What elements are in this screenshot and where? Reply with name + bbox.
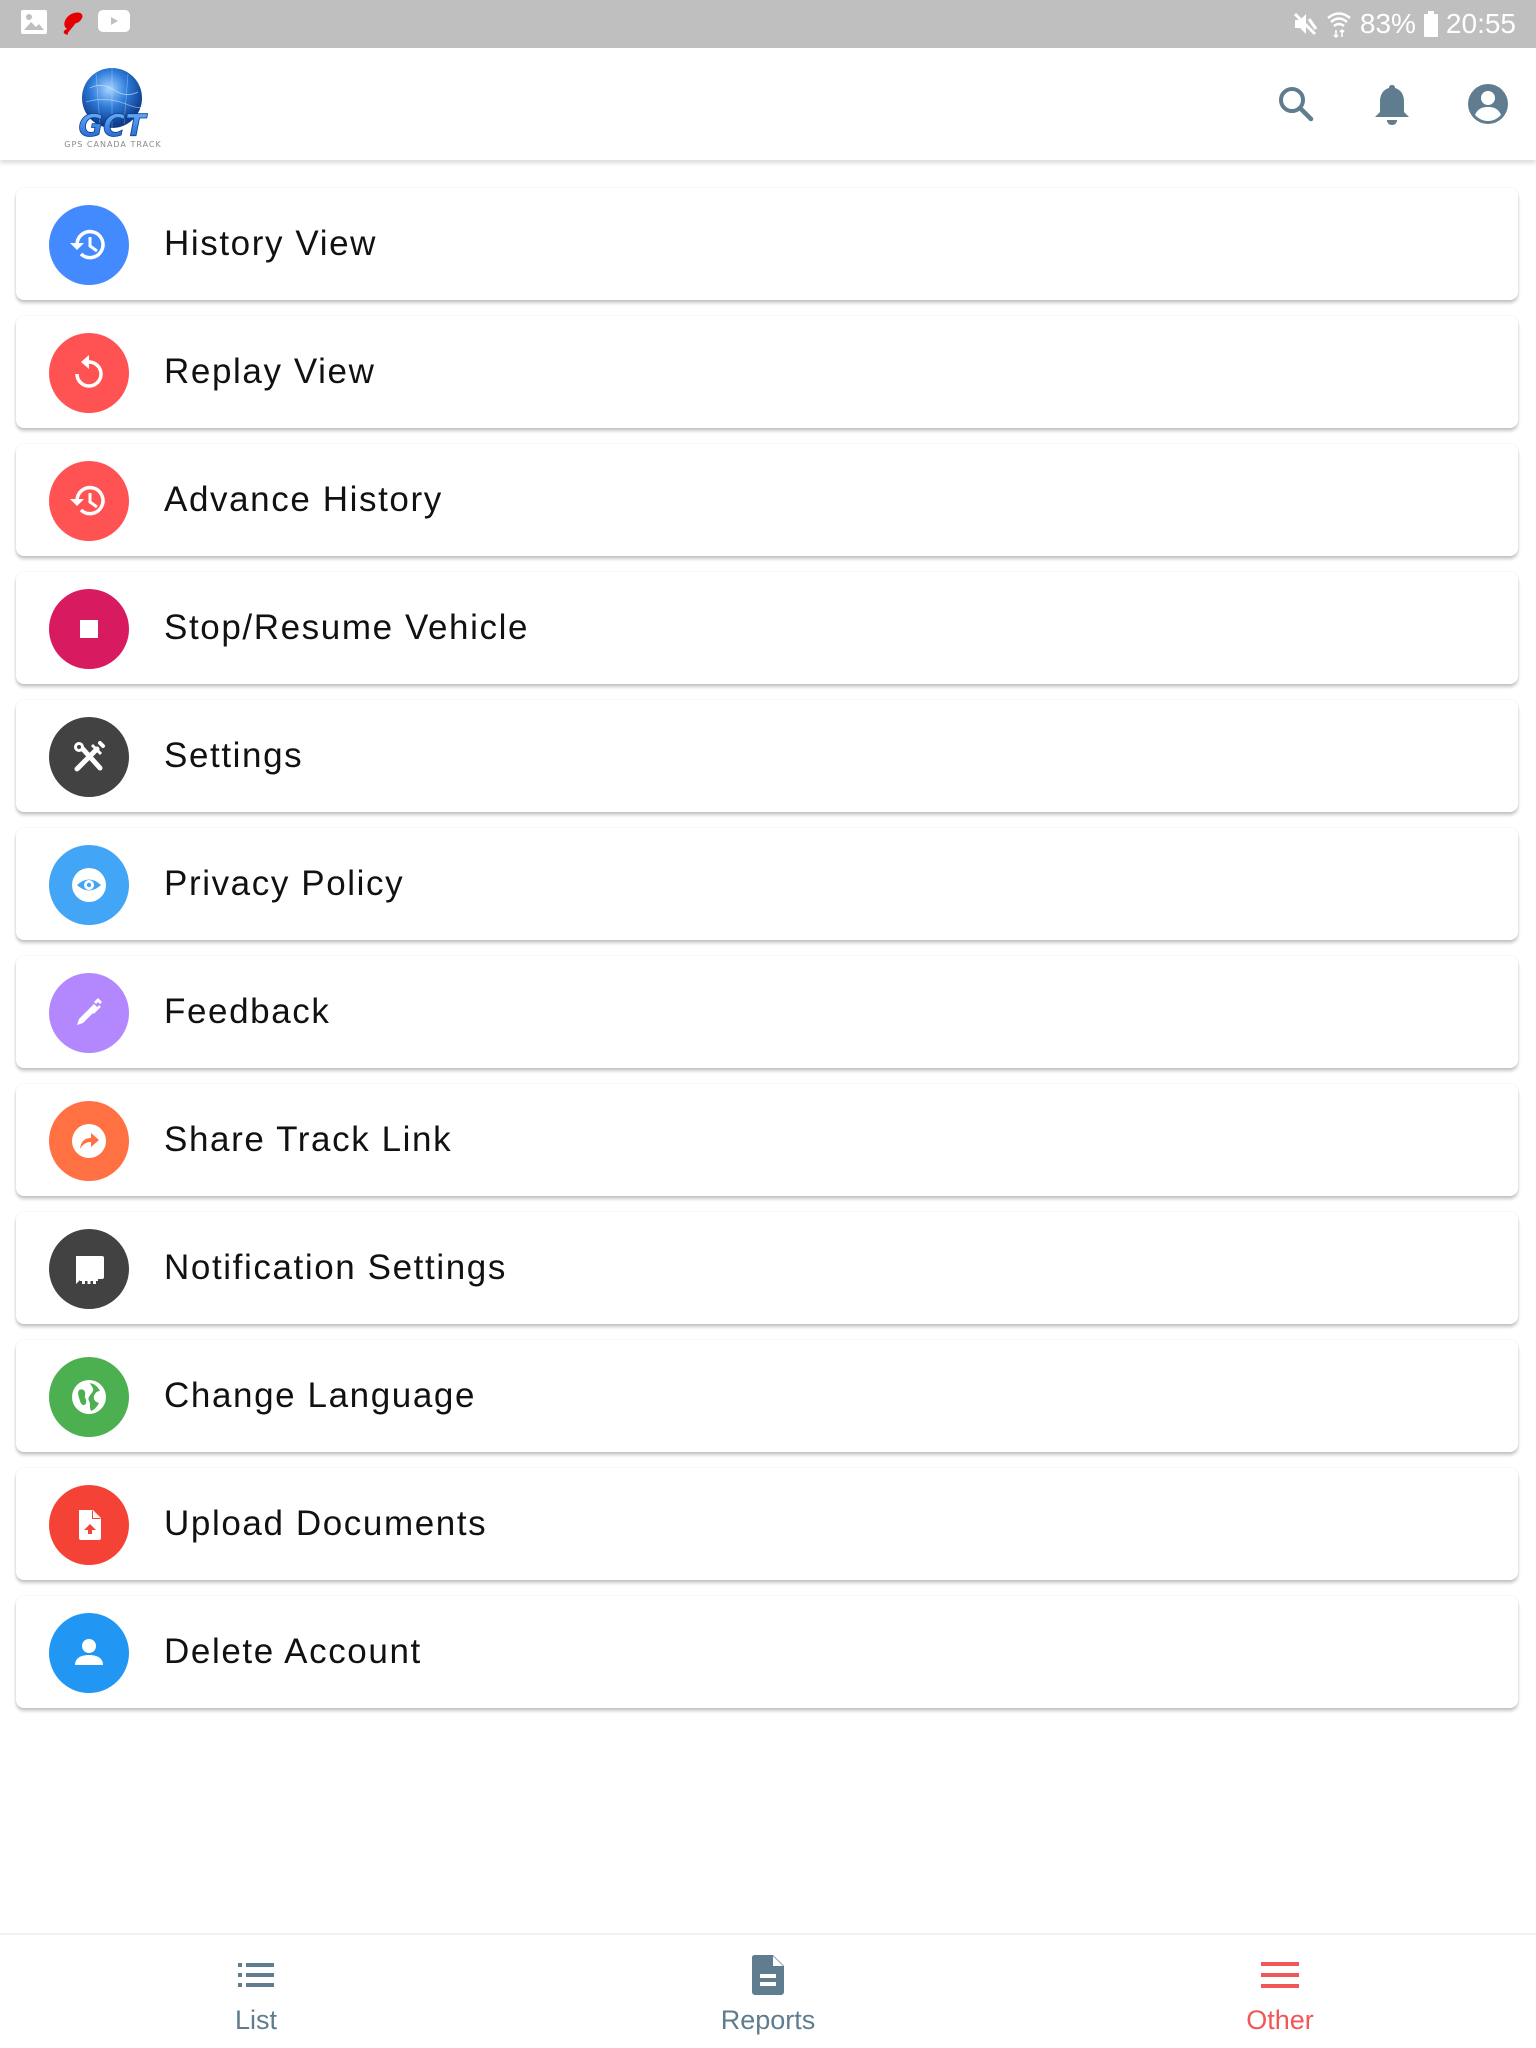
menu-item-advance-history[interactable]: Advance History: [16, 444, 1518, 556]
mute-icon: [1292, 11, 1318, 37]
menu-item-upload-documents[interactable]: Upload Documents: [16, 1468, 1518, 1580]
nav-tab-list[interactable]: List: [156, 1935, 356, 2048]
replay-icon: [49, 333, 129, 413]
tools-icon: [49, 717, 129, 797]
menu-item-settings[interactable]: Settings: [16, 700, 1518, 812]
app-header: GCT GPS CANADA TRACK: [0, 48, 1536, 160]
nav-tab-other[interactable]: Other: [1180, 1935, 1380, 2048]
menu-item-label: Replay View: [164, 352, 376, 391]
history-icon: [49, 205, 129, 285]
list-icon: [156, 1953, 356, 1997]
wifi-icon: [1326, 10, 1352, 38]
menu-item-share-track-link[interactable]: Share Track Link: [16, 1084, 1518, 1196]
menu-item-label: Change Language: [164, 1376, 477, 1415]
menu-icon: [1180, 1953, 1380, 1997]
globe-icon: [49, 1357, 129, 1437]
menu-item-delete-account[interactable]: Delete Account: [16, 1596, 1518, 1708]
menu-item-privacy-policy[interactable]: Privacy Policy: [16, 828, 1518, 940]
nav-tab-label: Other: [1246, 2005, 1314, 2035]
file-upload-icon: [49, 1485, 129, 1565]
menu-item-history-view[interactable]: History View: [16, 188, 1518, 300]
share-icon: [49, 1101, 129, 1181]
stop-icon: [49, 589, 129, 669]
menu-item-label: Settings: [164, 736, 304, 775]
bottom-navigation: List Reports Other: [0, 1933, 1536, 2048]
menu-item-stop-resume-vehicle[interactable]: Stop/Resume Vehicle: [16, 572, 1518, 684]
search-icon: [1279, 87, 1314, 122]
nav-tab-label: List: [234, 2005, 278, 2035]
menu-item-label: Stop/Resume Vehicle: [164, 608, 530, 647]
pen-icon: [49, 973, 129, 1053]
menu-list: History View Replay View Advance History…: [16, 188, 1518, 1724]
history-icon: [49, 461, 129, 541]
battery-icon: [1423, 11, 1438, 37]
menu-item-label: Delete Account: [164, 1632, 422, 1671]
globe-logo-icon: GCT: [78, 68, 148, 144]
profile-button[interactable]: [1462, 78, 1514, 130]
logo-tagline: GPS CANADA TRACK: [64, 140, 162, 149]
menu-item-change-language[interactable]: Change Language: [16, 1340, 1518, 1452]
menu-item-label: Advance History: [164, 480, 443, 519]
search-button[interactable]: [1270, 78, 1322, 130]
person-icon: [49, 1613, 129, 1693]
clock: 20:55: [1445, 8, 1516, 39]
menu-item-notification-settings[interactable]: Notification Settings: [16, 1212, 1518, 1324]
nav-tab-reports[interactable]: Reports: [668, 1935, 868, 2048]
menu-item-label: Notification Settings: [164, 1248, 507, 1287]
app-logo[interactable]: GCT GPS CANADA TRACK: [56, 66, 170, 152]
youtube-notification-icon: [98, 9, 130, 39]
airtel-notification-icon: [58, 7, 88, 42]
battery-percent: 83%: [1359, 8, 1416, 39]
status-bar-notifications: [20, 9, 130, 40]
status-bar-system: 83% 20:55: [1292, 6, 1516, 42]
document-icon: [668, 1953, 868, 1997]
menu-item-label: Share Track Link: [164, 1120, 453, 1159]
notifications-button[interactable]: [1366, 78, 1418, 130]
svg-text:GCT: GCT: [78, 109, 148, 140]
menu-item-label: Feedback: [164, 992, 331, 1031]
menu-item-feedback[interactable]: Feedback: [16, 956, 1518, 1068]
chat-bubble-icon: [49, 1229, 129, 1309]
bell-icon: [1375, 85, 1409, 125]
menu-item-replay-view[interactable]: Replay View: [16, 316, 1518, 428]
account-circle-icon: [1468, 84, 1508, 124]
menu-item-label: Privacy Policy: [164, 864, 405, 903]
status-bar: 83% 20:55: [0, 0, 1536, 48]
menu-item-label: Upload Documents: [164, 1504, 488, 1543]
nav-tab-label: Reports: [720, 2005, 816, 2035]
menu-item-label: History View: [164, 224, 378, 263]
eye-icon: [49, 845, 129, 925]
gallery-notification-icon: [20, 9, 48, 40]
